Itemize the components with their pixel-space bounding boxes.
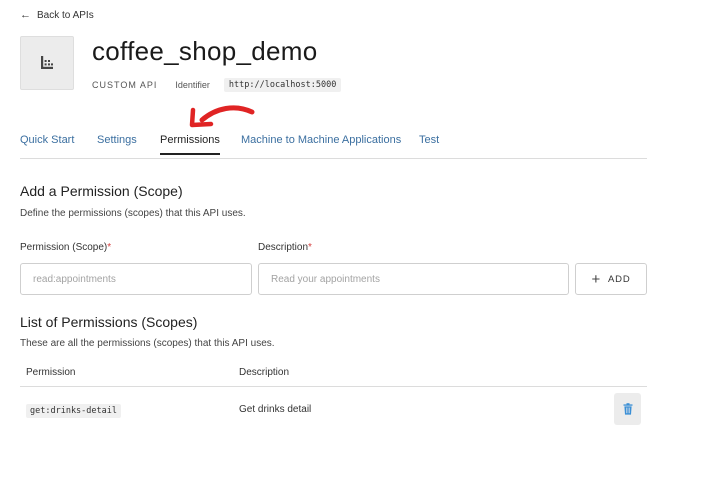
column-header-permission: Permission — [26, 367, 76, 378]
plus-icon: + — [591, 270, 602, 288]
api-type: CUSTOM API — [92, 80, 158, 90]
required-mark: * — [308, 242, 312, 253]
arrow-left-icon: ← — [20, 9, 31, 21]
api-meta: CUSTOM API Identifier http://localhost:5… — [92, 78, 342, 92]
permissions-list-subtitle: These are all the permissions (scopes) t… — [20, 338, 275, 349]
scope-label-text: Permission (Scope) — [20, 242, 108, 253]
tab-settings[interactable]: Settings — [97, 134, 137, 146]
tab-quick-start[interactable]: Quick Start — [20, 134, 74, 146]
api-logo — [20, 36, 74, 90]
tab-machine-to-machine[interactable]: Machine to Machine Applications — [241, 134, 401, 146]
table-header: Permission Description — [20, 362, 647, 387]
permission-scope-cell: get:drinks-detail — [26, 404, 121, 418]
tab-test[interactable]: Test — [419, 134, 439, 146]
add-permission-button[interactable]: + ADD — [575, 263, 647, 295]
tab-bar: Quick Start Settings Permissions Machine… — [20, 128, 647, 159]
description-field-label: Description* — [258, 242, 312, 253]
add-permission-title: Add a Permission (Scope) — [20, 183, 183, 199]
trash-icon — [623, 403, 632, 415]
permissions-list-title: List of Permissions (Scopes) — [20, 314, 198, 330]
back-label: Back to APIs — [37, 10, 94, 21]
page-title: coffee_shop_demo — [92, 36, 318, 66]
delete-permission-button[interactable] — [614, 393, 641, 425]
description-input[interactable] — [258, 263, 569, 295]
column-header-description: Description — [239, 367, 290, 378]
identifier-label: Identifier — [175, 80, 210, 90]
description-label-text: Description — [258, 242, 309, 253]
permission-description-cell: Get drinks detail — [239, 404, 312, 415]
add-permission-subtitle: Define the permissions (scopes) that thi… — [20, 208, 246, 219]
tab-permissions[interactable]: Permissions — [160, 134, 220, 155]
building-icon — [41, 56, 53, 69]
add-button-label: ADD — [608, 273, 631, 285]
identifier-value: http://localhost:5000 — [223, 78, 342, 92]
scope-input[interactable] — [20, 263, 252, 295]
table-row: get:drinks-detail Get drinks detail — [20, 388, 647, 430]
annotation-arrow — [189, 105, 255, 128]
back-to-apis-link[interactable]: ← Back to APIs — [20, 9, 94, 22]
scope-field-label: Permission (Scope)* — [20, 242, 111, 253]
required-mark: * — [107, 242, 112, 253]
